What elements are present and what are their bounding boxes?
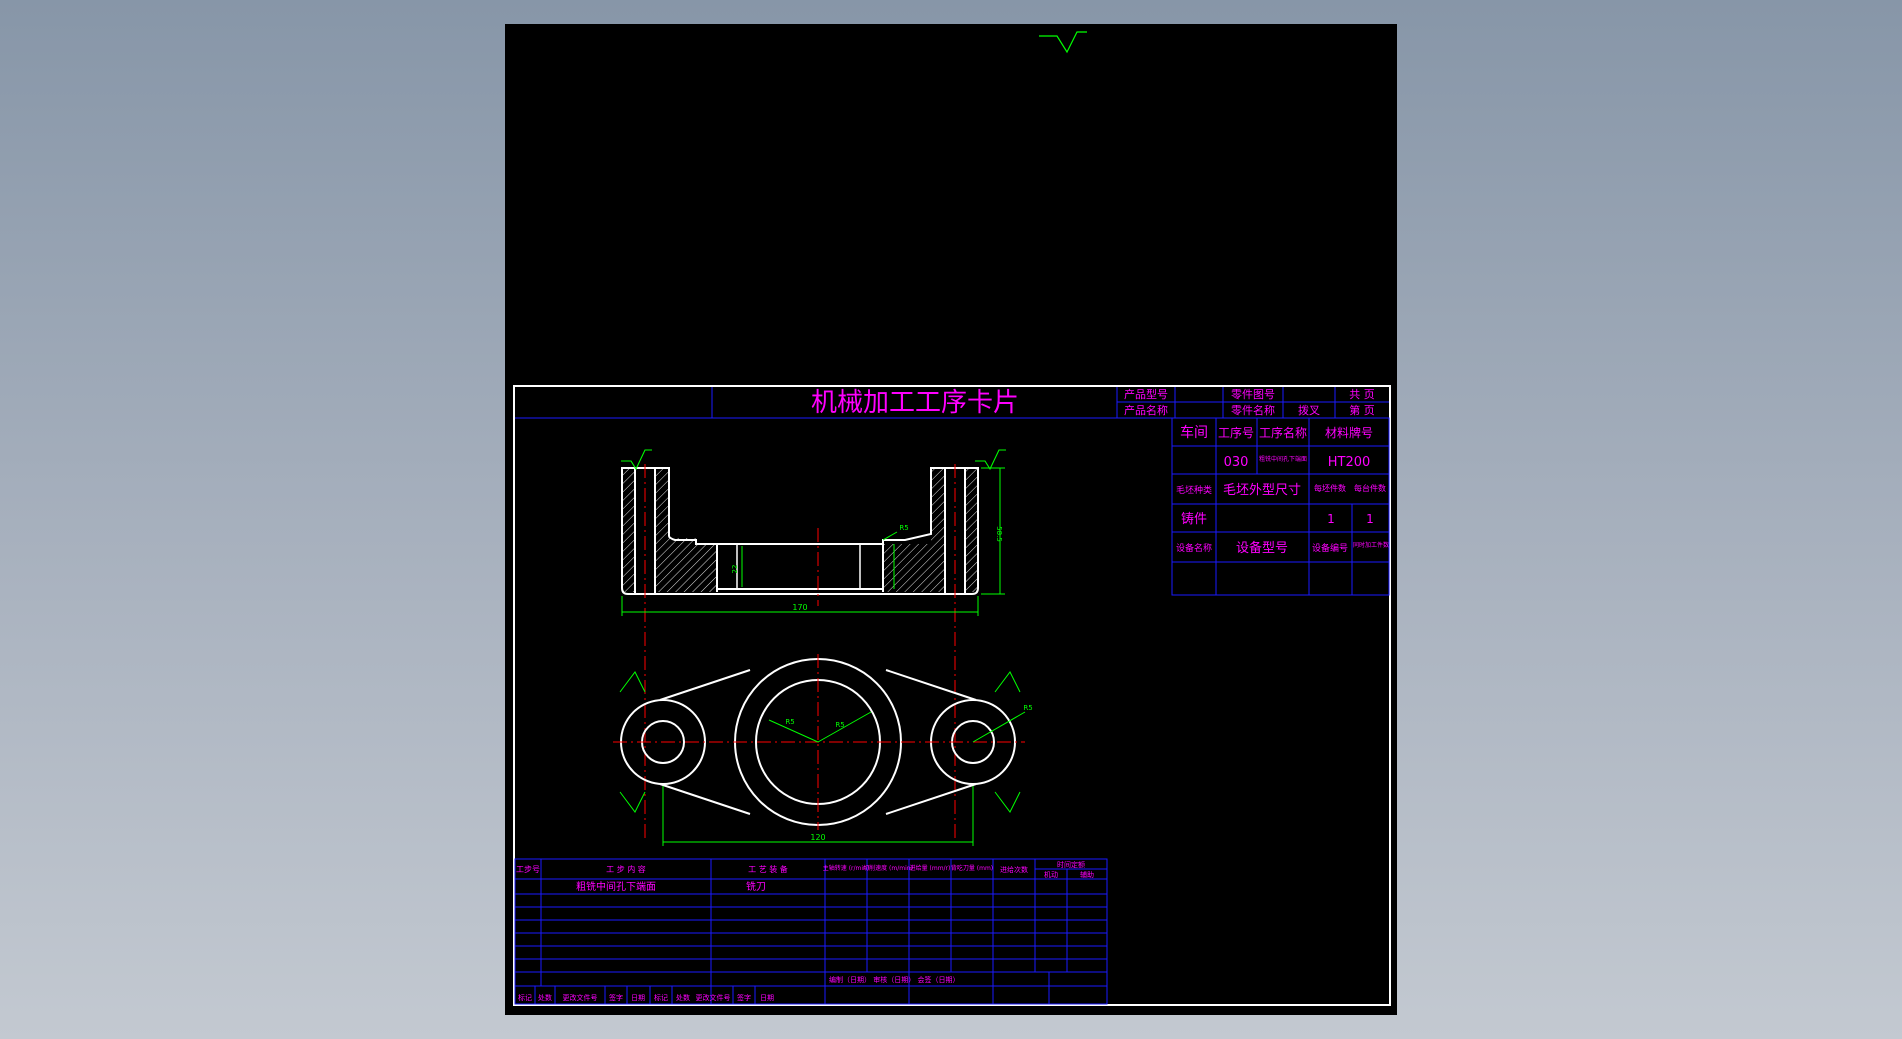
process-no-value: 030 bbox=[1224, 455, 1249, 470]
process-no-label: 工序号 bbox=[1218, 425, 1254, 440]
hdr-cut-speed: 切削速度 (m/min) bbox=[863, 864, 913, 872]
hdr-time-aux: 辅助 bbox=[1080, 870, 1094, 879]
dim-height: 58.5 bbox=[995, 526, 1003, 542]
info-table bbox=[1171, 417, 1390, 596]
footer-change-1: 更改文件号 bbox=[563, 993, 598, 1002]
footer-signature-1: 签字 bbox=[609, 993, 623, 1002]
hdr-feed: 进给量 (mm/r) bbox=[910, 864, 951, 872]
drawing-canvas: 机械加工工序卡片 产品型号 产品名称 零件图号 零件名称 拨叉 共 页 第 页 … bbox=[513, 31, 1391, 1006]
hdr-time-mach: 机动 bbox=[1044, 870, 1058, 879]
workshop-label: 车间 bbox=[1180, 424, 1208, 441]
roughness-symbol-top bbox=[1039, 31, 1087, 54]
blank-type-value: 铸件 bbox=[1181, 511, 1207, 527]
dim-bore: 22 bbox=[731, 565, 739, 574]
per-unit-label: 每台件数 bbox=[1354, 483, 1386, 493]
equip-model-label: 设备型号 bbox=[1236, 540, 1288, 556]
page-no-label: 第 页 bbox=[1349, 403, 1375, 417]
footer-date-2: 日期 bbox=[760, 994, 774, 1002]
footer-date-1: 日期 bbox=[631, 994, 645, 1002]
drawing-frame bbox=[513, 385, 1391, 1006]
footer-change-2: 更改文件号 bbox=[696, 993, 731, 1002]
footer-signature-2: 签字 bbox=[737, 993, 751, 1002]
part-name-value: 拨叉 bbox=[1298, 403, 1320, 417]
dim-r1: R5 bbox=[785, 718, 794, 726]
part-drawing-no-label: 零件图号 bbox=[1231, 388, 1275, 401]
total-pages-label: 共 页 bbox=[1349, 388, 1375, 401]
per-blank-value: 1 bbox=[1327, 512, 1335, 526]
hdr-content: 工 步 内 容 bbox=[606, 864, 646, 874]
product-name-label: 产品名称 bbox=[1124, 403, 1168, 417]
product-model-label: 产品型号 bbox=[1124, 387, 1168, 401]
hdr-equipment: 工 艺 装 备 bbox=[748, 864, 788, 874]
plan-dimensions bbox=[619, 671, 1026, 846]
blank-type-label: 毛坯种类 bbox=[1176, 484, 1212, 496]
hdr-time: 时间定额 bbox=[1057, 860, 1085, 869]
dim-chamfer: R5 bbox=[899, 524, 908, 532]
footer-sign: 编制（日期） 审核（日期） 会签（日期） bbox=[829, 975, 959, 984]
process-name-label: 工序名称 bbox=[1259, 425, 1307, 440]
material-value: HT200 bbox=[1328, 455, 1371, 470]
per-blank-label: 每坯件数 bbox=[1314, 483, 1346, 493]
step-equipment: 铣刀 bbox=[746, 880, 766, 893]
dim-length-top: 170 bbox=[792, 603, 807, 612]
process-table bbox=[514, 858, 1108, 1005]
dim-r3: R5 bbox=[1023, 704, 1032, 712]
part-name-label: 零件名称 bbox=[1231, 403, 1275, 417]
dim-r2: R5 bbox=[835, 721, 844, 729]
step-content: 粗铣中间孔下端面 bbox=[576, 880, 656, 893]
hdr-passes: 进给次数 bbox=[1000, 865, 1028, 874]
equip-name-label: 设备名称 bbox=[1176, 542, 1212, 554]
footer-count-2: 处数 bbox=[676, 993, 690, 1002]
blank-size-label: 毛坯外型尺寸 bbox=[1223, 483, 1301, 498]
hdr-step-no: 工步号 bbox=[516, 865, 540, 874]
footer-count-1: 处数 bbox=[538, 993, 552, 1002]
per-unit-value: 1 bbox=[1366, 512, 1374, 526]
dim-length-bottom: 120 bbox=[810, 833, 825, 842]
footer-mark-1: 标记 bbox=[518, 993, 532, 1002]
card-title: 机械加工工序卡片 bbox=[811, 388, 1019, 418]
footer-mark-2: 标记 bbox=[654, 993, 668, 1002]
equip-no-label: 设备编号 bbox=[1312, 542, 1348, 554]
material-label: 材料牌号 bbox=[1325, 426, 1373, 440]
simul-label: 同时加工件数 bbox=[1353, 541, 1389, 549]
hdr-depth: 背吃刀量 (mm) bbox=[951, 864, 993, 872]
process-name-value: 粗铣中间孔下端面 bbox=[1259, 455, 1307, 463]
cad-viewport[interactable]: 机械加工工序卡片 产品型号 产品名称 零件图号 零件名称 拨叉 共 页 第 页 … bbox=[505, 24, 1397, 1015]
